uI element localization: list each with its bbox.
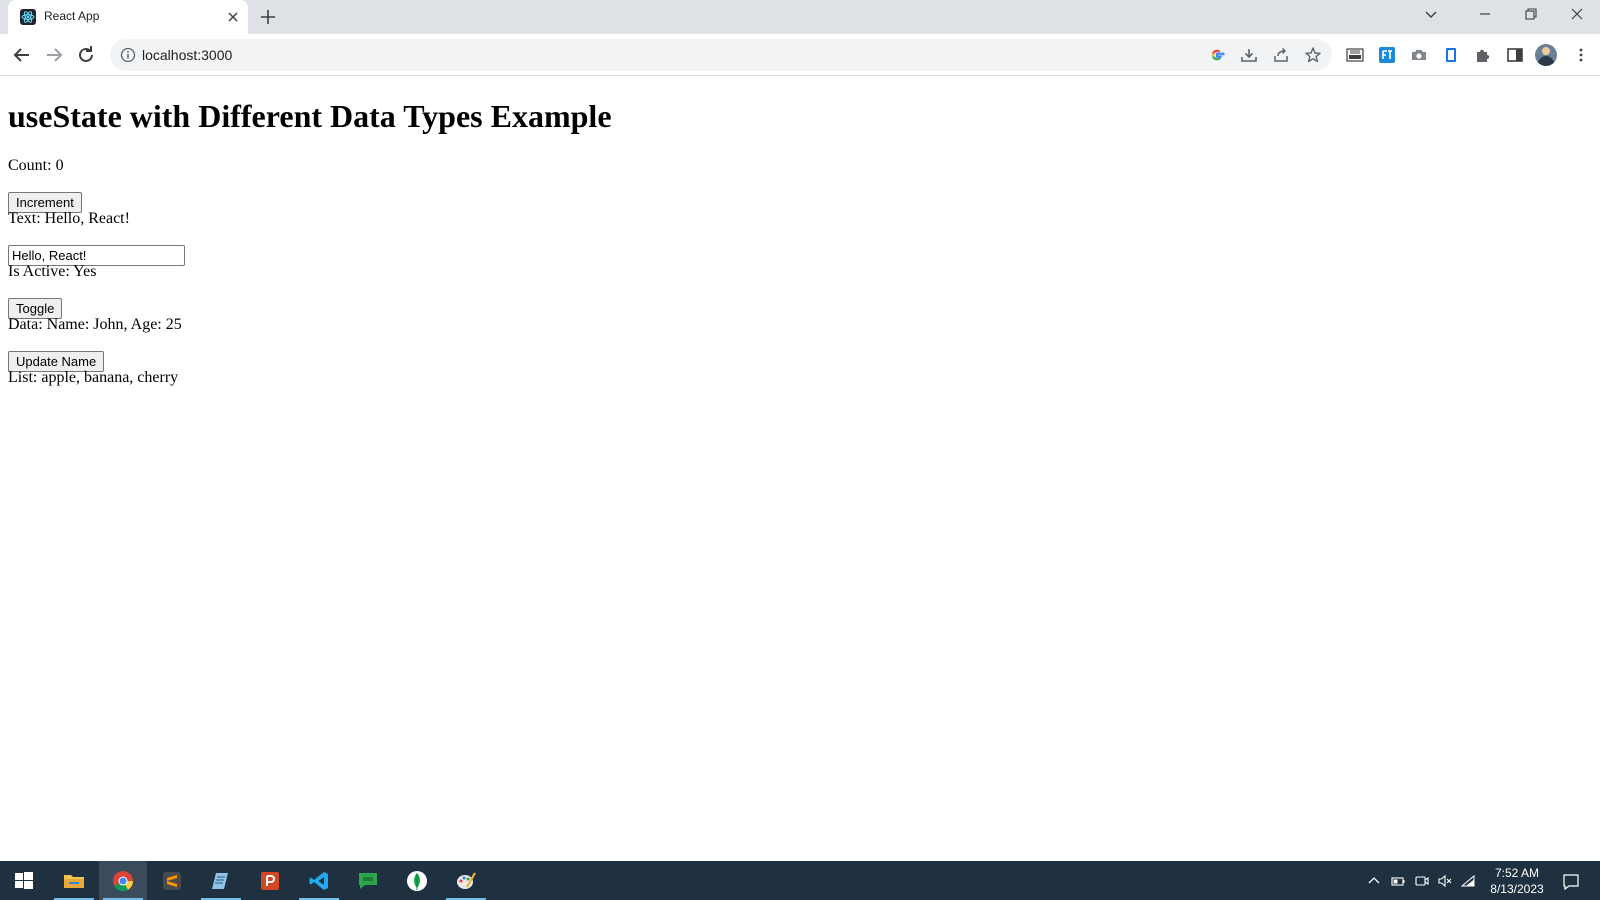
browser-tab[interactable]: React App (8, 0, 248, 34)
reader-extension-icon[interactable] (1442, 46, 1460, 64)
active-status-text: Is Active: Yes (8, 263, 97, 280)
taskbar-powerpoint[interactable] (246, 861, 294, 900)
react-icon (20, 9, 36, 25)
sublime-text-icon (163, 872, 181, 890)
ft-extension-icon[interactable] (1378, 46, 1396, 64)
profile-avatar[interactable] (1535, 44, 1557, 66)
restore-icon[interactable] (1508, 0, 1554, 30)
page-content: useState with Different Data Types Examp… (0, 77, 1600, 861)
clock-time: 7:52 AM (1494, 866, 1540, 880)
back-arrow-icon[interactable] (10, 43, 34, 67)
tab-search-icon[interactable] (1408, 0, 1454, 30)
list-text: List: apple, banana, cherry (8, 369, 179, 386)
extensions-puzzle-icon[interactable] (1474, 46, 1492, 64)
taskbar-mongodb[interactable] (393, 861, 441, 900)
close-window-icon[interactable] (1554, 0, 1600, 30)
file-explorer-icon (64, 875, 84, 888)
taskbar-chat[interactable] (344, 861, 392, 900)
taskbar-clock[interactable]: 7:52 AM 8/13/2023 (1484, 865, 1550, 897)
new-tab-icon[interactable] (258, 7, 278, 27)
notifications-icon[interactable] (1562, 873, 1579, 891)
clock-date: 8/13/2023 (1490, 882, 1544, 896)
more-menu-icon[interactable] (1572, 46, 1590, 64)
mongodb-icon (407, 871, 427, 891)
battery-icon[interactable] (1390, 873, 1406, 889)
camera-icon[interactable] (1410, 46, 1428, 64)
share-icon[interactable] (1272, 46, 1290, 64)
browser-toolbar: localhost:3000 (0, 34, 1600, 76)
chrome-icon (113, 871, 134, 892)
tab-title: React App (44, 9, 100, 23)
show-hidden-icons-icon[interactable] (1366, 873, 1382, 889)
close-tab-icon[interactable] (224, 8, 242, 26)
taskbar: 7:52 AM 8/13/2023 (0, 861, 1600, 900)
text-display: Text: Hello, React! (8, 210, 130, 227)
taskbar-notepad[interactable] (197, 861, 245, 900)
powerpoint-icon (261, 872, 279, 890)
address-bar[interactable]: localhost:3000 (110, 39, 1332, 71)
taskbar-file-explorer[interactable] (50, 861, 98, 900)
minimize-icon[interactable] (1462, 0, 1508, 30)
wifi-icon[interactable] (1460, 873, 1476, 889)
count-text: Count: 0 (8, 157, 64, 174)
start-button[interactable] (0, 861, 48, 900)
vscode-icon (309, 872, 328, 890)
paint-icon (457, 872, 476, 889)
taskbar-sublime-text[interactable] (148, 861, 196, 900)
meet-now-icon[interactable] (1414, 873, 1430, 889)
google-icon[interactable] (1208, 46, 1226, 64)
taskbar-chrome[interactable] (99, 861, 147, 900)
reload-icon[interactable] (74, 43, 98, 67)
news-extension-icon[interactable] (1346, 46, 1364, 64)
install-app-icon[interactable] (1240, 46, 1258, 64)
taskbar-vscode[interactable] (295, 861, 343, 900)
page-heading: useState with Different Data Types Examp… (8, 98, 612, 134)
side-panel-icon[interactable] (1506, 46, 1524, 64)
taskbar-paint[interactable] (442, 861, 490, 900)
bookmark-star-icon[interactable] (1304, 46, 1322, 64)
volume-muted-icon[interactable] (1437, 873, 1453, 889)
chat-icon (359, 873, 377, 889)
address-url: localhost:3000 (142, 47, 233, 63)
notepad-icon (212, 873, 228, 889)
site-info-icon[interactable] (120, 47, 136, 63)
browser-tab-strip: React App (0, 0, 1600, 34)
start-icon (15, 872, 33, 889)
forward-arrow-icon[interactable] (42, 43, 66, 67)
data-text: Data: Name: John, Age: 25 (8, 316, 182, 333)
